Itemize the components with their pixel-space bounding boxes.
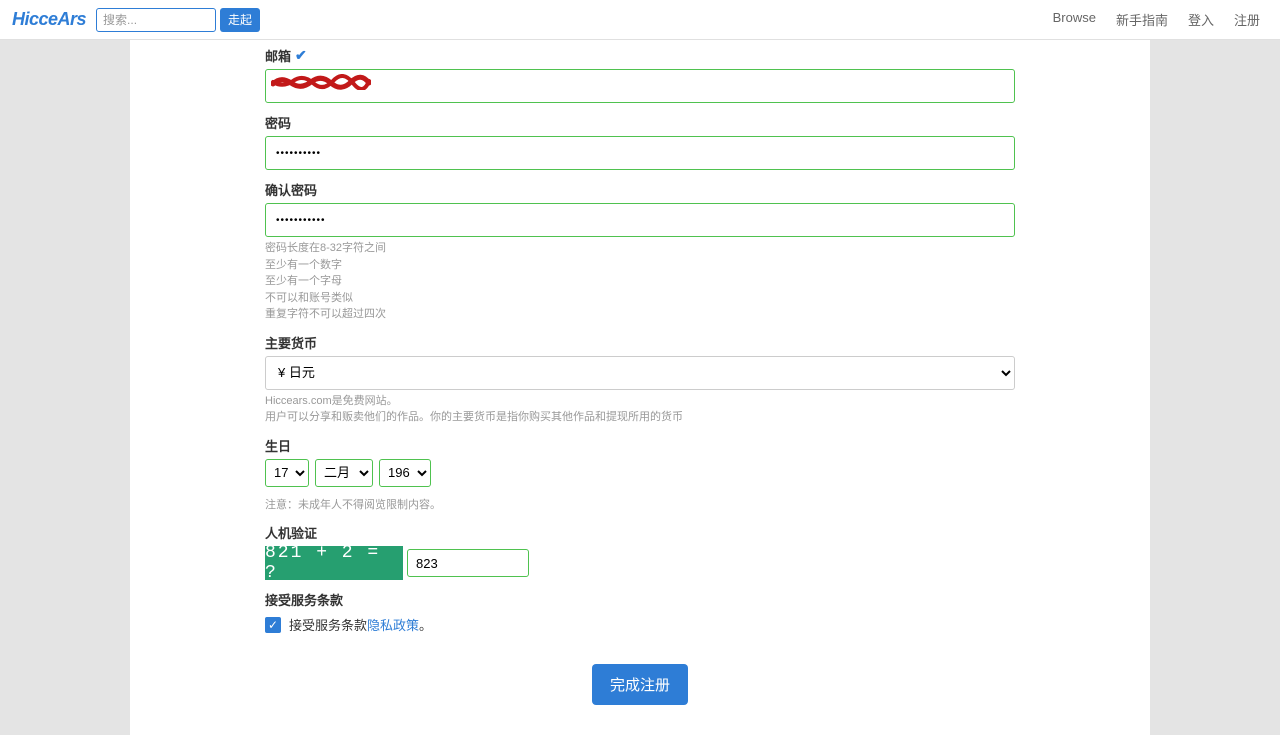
logo: HicceArs	[12, 9, 86, 30]
dob-day-select[interactable]: 17	[265, 459, 309, 487]
dob-group: 生日 17 二月 1963 注意：未成年人不得阅览限制内容。	[265, 436, 1015, 514]
search-button[interactable]: 走起	[220, 8, 260, 32]
tos-text: 接受服务条款	[289, 615, 367, 634]
nav-login[interactable]: 登入	[1188, 10, 1214, 29]
nav-right: Browse 新手指南 登入 注册	[1053, 10, 1260, 29]
email-group: 邮箱 ✔	[265, 46, 1015, 103]
page-content: 邮箱 ✔ 密码 确认密码 密码长度在8-32字符之间 至少有一个数字 至少有一个…	[130, 40, 1150, 735]
search-input[interactable]	[96, 8, 216, 32]
password-input[interactable]	[265, 136, 1015, 170]
submit-button[interactable]: 完成注册	[592, 664, 688, 705]
redacted-scribble	[271, 74, 371, 90]
register-form: 邮箱 ✔ 密码 确认密码 密码长度在8-32字符之间 至少有一个数字 至少有一个…	[265, 40, 1015, 705]
currency-label: 主要货币	[265, 333, 1015, 352]
tos-group: 接受服务条款 ✓ 接受服务条款 隐私政策 。	[265, 590, 1015, 634]
confirm-password-label: 确认密码	[265, 180, 1015, 199]
currency-hints: Hiccears.com是免费网站。 用户可以分享和贩卖他们的作品。你的主要货币…	[265, 393, 1015, 426]
captcha-label: 人机验证	[265, 523, 1015, 542]
dob-hint: 注意：未成年人不得阅览限制内容。	[265, 497, 1015, 514]
confirm-password-input[interactable]	[265, 203, 1015, 237]
submit-row: 完成注册	[265, 664, 1015, 705]
privacy-policy-link[interactable]: 隐私政策	[367, 615, 419, 634]
captcha-group: 人机验证 821 + 2 = ?	[265, 523, 1015, 580]
nav-browse[interactable]: Browse	[1053, 10, 1096, 29]
confirm-password-group: 确认密码 密码长度在8-32字符之间 至少有一个数字 至少有一个字母 不可以和账…	[265, 180, 1015, 323]
email-input[interactable]	[265, 69, 1015, 103]
nav-guide[interactable]: 新手指南	[1116, 10, 1168, 29]
tos-checkbox[interactable]: ✓	[265, 617, 281, 633]
dob-year-select[interactable]: 1963	[379, 459, 431, 487]
top-nav: HicceArs 走起 Browse 新手指南 登入 注册	[0, 0, 1280, 40]
password-group: 密码	[265, 113, 1015, 170]
email-label: 邮箱 ✔	[265, 46, 1015, 65]
tos-section-label: 接受服务条款	[265, 590, 1015, 609]
password-hints: 密码长度在8-32字符之间 至少有一个数字 至少有一个字母 不可以和账号类似 重…	[265, 240, 1015, 323]
currency-group: 主要货币 ¥ 日元 Hiccears.com是免费网站。 用户可以分享和贩卖他们…	[265, 333, 1015, 426]
checkmark-icon: ✔	[295, 47, 307, 64]
password-label: 密码	[265, 113, 1015, 132]
captcha-question: 821 + 2 = ?	[265, 546, 403, 580]
dob-label: 生日	[265, 436, 1015, 455]
dob-month-select[interactable]: 二月	[315, 459, 373, 487]
captcha-input[interactable]	[407, 549, 529, 577]
nav-register[interactable]: 注册	[1234, 10, 1260, 29]
currency-select[interactable]: ¥ 日元	[265, 356, 1015, 390]
